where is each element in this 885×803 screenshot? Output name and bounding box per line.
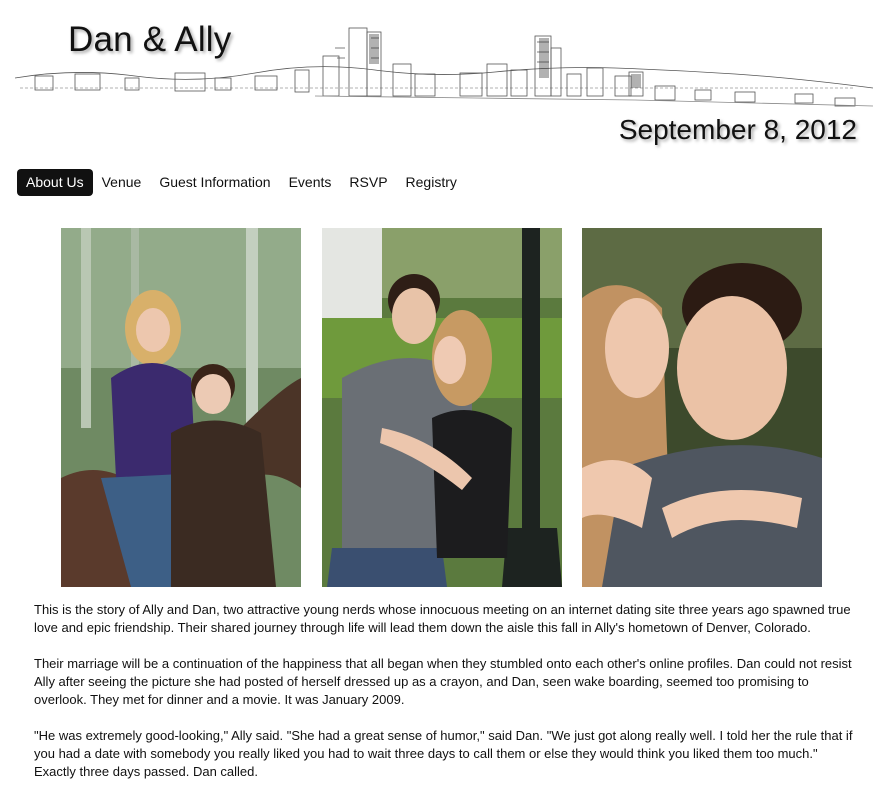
- story-paragraph: Their marriage will be a continuation of…: [34, 656, 852, 707]
- site-header: Dan & Ally September 8, 2012: [0, 0, 885, 160]
- site-title: Dan & Ally: [68, 20, 232, 59]
- main-nav: About Us Venue Guest Information Events …: [17, 169, 466, 196]
- story-paragraph: "He was extremely good-looking," Ally sa…: [34, 728, 853, 779]
- photo-gallery: [61, 228, 822, 587]
- wedding-date: September 8, 2012: [618, 114, 857, 145]
- nav-item-registry[interactable]: Registry: [397, 169, 466, 196]
- nav-item-about-us[interactable]: About Us: [17, 169, 93, 196]
- story-section: This is the story of Ally and Dan, two a…: [34, 601, 854, 799]
- nav-item-rsvp[interactable]: RSVP: [340, 169, 396, 196]
- couple-embrace-photo: [322, 228, 562, 587]
- nav-item-venue[interactable]: Venue: [93, 169, 151, 196]
- couple-kiss-photo: [582, 228, 822, 587]
- couple-tree-photo: [61, 228, 301, 587]
- nav-item-events[interactable]: Events: [280, 169, 341, 196]
- story-paragraph: This is the story of Ally and Dan, two a…: [34, 602, 851, 635]
- nav-item-guest-information[interactable]: Guest Information: [150, 169, 279, 196]
